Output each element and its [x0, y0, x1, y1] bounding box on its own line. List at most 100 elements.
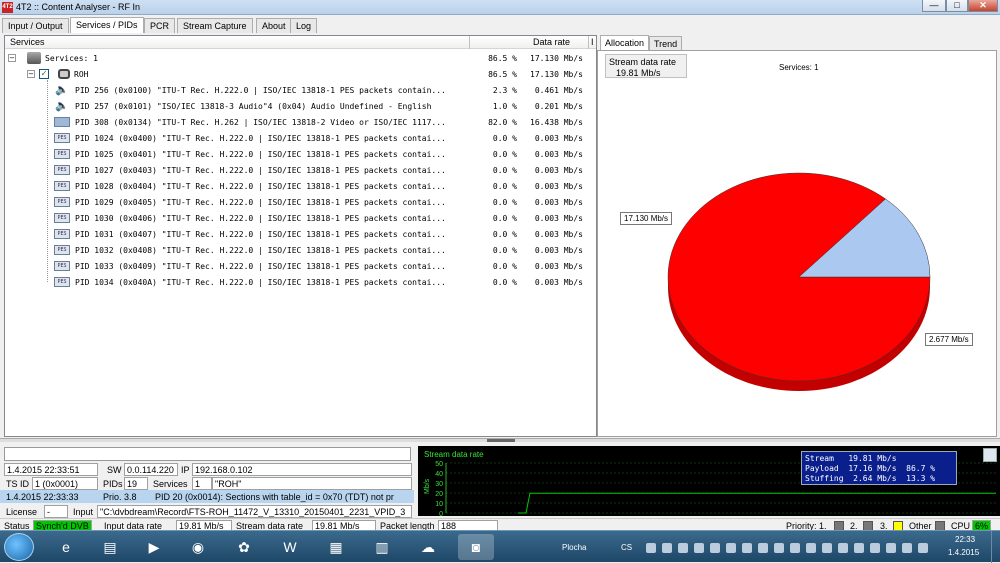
expand-toggle-icon[interactable]: − [8, 54, 16, 62]
tab-services-pids[interactable]: Services / PIDs [70, 17, 144, 33]
tab-stream-capture[interactable]: Stream Capture [177, 18, 253, 33]
tray-icon[interactable] [710, 543, 720, 553]
message-field[interactable] [4, 447, 411, 461]
tab-input-output[interactable]: Input / Output [2, 18, 69, 33]
row-label: ROH [74, 70, 89, 79]
volume-icon[interactable] [886, 543, 896, 553]
tray-icon[interactable] [918, 543, 928, 553]
tree-row-pid[interactable]: PES PID 1027 (0x0403) "ITU-T Rec. H.222.0… [5, 162, 596, 178]
tree-row-pid[interactable]: PES PID 1029 (0x0405) "ITU-T Rec. H.222.0… [5, 194, 596, 210]
desktop-label[interactable]: Plocha [562, 543, 586, 552]
language-indicator[interactable]: CS [621, 543, 632, 552]
clock-date[interactable]: 1.4.2015 [948, 548, 979, 557]
tree-row-services-root[interactable]: − Services: 1 86.5 % 17.130 Mb/s [5, 50, 596, 66]
row-percent: 0.0 % [492, 166, 517, 175]
maximize-button[interactable]: □ [946, 0, 968, 12]
tree-row-pid[interactable]: 🔈 PID 256 (0x0100) "ITU-T Rec. H.222.0 | … [5, 82, 596, 98]
tray-icon[interactable] [678, 543, 688, 553]
column-divider[interactable] [588, 36, 589, 49]
input-path-field: "C:\dvbdream\Record\FTS-ROH_11472_V_1331… [97, 505, 412, 518]
calculator-icon[interactable]: ▥ [364, 534, 400, 560]
column-divider[interactable] [469, 36, 470, 49]
sw-field: 0.0.114.220 [124, 463, 178, 476]
tree-row-pid[interactable]: PES PID 1032 (0x0408) "ITU-T Rec. H.222.0… [5, 242, 596, 258]
tab-trend[interactable]: Trend [649, 36, 683, 50]
col-services[interactable]: Services [10, 37, 45, 47]
row-percent: 0.0 % [492, 246, 517, 255]
show-desktop-button[interactable] [991, 531, 1000, 563]
graph-y-axis-label: Mb/s [424, 478, 431, 494]
row-percent: 0.0 % [492, 150, 517, 159]
log-message: PID 20 (0x0014): Sections with table_id … [155, 492, 394, 502]
tree-row-pid[interactable]: PES PID 1030 (0x0406) "ITU-T Rec. H.222.0… [5, 210, 596, 226]
close-button[interactable]: ✕ [968, 0, 998, 12]
tree-row-pid[interactable]: PES PID 1033 (0x0409) "ITU-T Rec. H.222.0… [5, 258, 596, 274]
services-tree-panel: Services Data rate I − Services: 1 86.5 % 1… [4, 35, 597, 437]
row-label: PID 308 (0x0134) "ITU-T Rec. H.262 | ISO… [75, 118, 446, 127]
tray-icon[interactable] [790, 543, 800, 553]
row-percent: 86.5 % [488, 54, 517, 63]
tree-row-pid[interactable]: PES PID 1025 (0x0401) "ITU-T Rec. H.222.0… [5, 146, 596, 162]
tray-icon[interactable] [694, 543, 704, 553]
clock-time[interactable]: 22:33 [955, 535, 975, 544]
pes-icon: PES [54, 245, 70, 255]
pes-icon: PES [54, 197, 70, 207]
explorer-icon[interactable]: ▤ [92, 534, 128, 560]
tray-icon[interactable] [854, 543, 864, 553]
pes-icon: PES [54, 261, 70, 271]
col-data-rate[interactable]: Data rate [533, 37, 570, 47]
firefox-icon[interactable]: ◉ [180, 534, 216, 560]
tree-row-pid[interactable]: PES PID 1028 (0x0404) "ITU-T Rec. H.222.0… [5, 178, 596, 194]
tray-icon[interactable] [758, 543, 768, 553]
tab-about[interactable]: About [256, 18, 292, 33]
graph-y-tick: 50 [435, 461, 443, 468]
graph-settings-icon[interactable] [983, 448, 997, 462]
tree-row-pid[interactable]: PES PID 1031 (0x0407) "ITU-T Rec. H.222.0… [5, 226, 596, 242]
row-label: Services: 1 [45, 54, 98, 63]
row-label: PID 1034 (0x040A) "ITU-T Rec. H.222.0 | … [75, 278, 446, 287]
tab-allocation[interactable]: Allocation [600, 35, 650, 50]
tree-row-pid[interactable]: 🔈 PID 257 (0x0101) "ISO/IEC 13818-3 Audio… [5, 98, 596, 114]
start-button-icon[interactable] [4, 533, 34, 561]
tray-icon[interactable] [838, 543, 848, 553]
row-label: PID 256 (0x0100) "ITU-T Rec. H.222.0 | I… [75, 86, 446, 95]
title-bar[interactable]: 4T2 4T2 :: Content Analyser - RF In — □ … [0, 0, 1000, 15]
tray-icon[interactable] [902, 543, 912, 553]
expand-toggle-icon[interactable]: − [27, 70, 35, 78]
tray-icon[interactable] [822, 543, 832, 553]
tree-row-service[interactable]: − ✓ ROH 86.5 % 17.130 Mb/s [5, 66, 596, 82]
cloud-icon[interactable]: ☁ [410, 534, 446, 560]
tray-icon[interactable] [742, 543, 752, 553]
tray-icon[interactable] [662, 543, 672, 553]
app-icon-7[interactable]: ▦ [318, 534, 354, 560]
service-checkbox[interactable]: ✓ [39, 69, 49, 79]
legend-stuffing: Stuffing 2.64 Mb/s 13.3 % [805, 474, 936, 483]
graph-y-tick: 0 [439, 511, 443, 516]
row-percent: 0.0 % [492, 182, 517, 191]
graph-y-tick: 40 [435, 471, 443, 478]
pids-label: PIDs [103, 479, 123, 489]
media-player-icon[interactable]: ▶ [136, 534, 172, 560]
app-icon-w[interactable]: W [272, 534, 308, 560]
network-icon[interactable] [870, 543, 880, 553]
tree-row-pid[interactable]: PES PID 1024 (0x0400) "ITU-T Rec. H.222.0… [5, 130, 596, 146]
content-analyser-taskbar-icon[interactable]: ◙ [458, 534, 494, 560]
tray-icon[interactable] [726, 543, 736, 553]
splitter-grip[interactable] [487, 439, 515, 442]
allocation-chart-area: Stream data rate 19.81 Mb/s Services: 1 … [597, 50, 997, 437]
ie-icon[interactable]: e [48, 534, 84, 560]
tree-row-pid[interactable]: PID 308 (0x0134) "ITU-T Rec. H.262 | ISO… [5, 114, 596, 130]
graph-legend: Stream 19.81 Mb/s Payload 17.16 Mb/s 86.… [801, 451, 957, 485]
row-percent: 0.0 % [492, 198, 517, 207]
minimize-button[interactable]: — [922, 0, 946, 12]
tray-icon[interactable] [774, 543, 784, 553]
windows-taskbar: e ▤ ▶ ◉ ✿ W ▦ ▥ ☁ ◙ Plocha CS 22:33 1.4.… [0, 530, 1000, 563]
col-extra[interactable]: I [591, 37, 594, 47]
log-row[interactable]: 1.4.2015 22:33:33 Prio. 3.8 PID 20 (0x00… [0, 490, 414, 503]
tray-icon[interactable] [806, 543, 816, 553]
app-icon-5[interactable]: ✿ [226, 534, 262, 560]
tree-row-pid[interactable]: PES PID 1034 (0x040A) "ITU-T Rec. H.222.0… [5, 274, 596, 290]
tab-pcr[interactable]: PCR [144, 18, 176, 33]
tab-log[interactable]: Log [290, 18, 318, 33]
tray-icon[interactable] [646, 543, 656, 553]
